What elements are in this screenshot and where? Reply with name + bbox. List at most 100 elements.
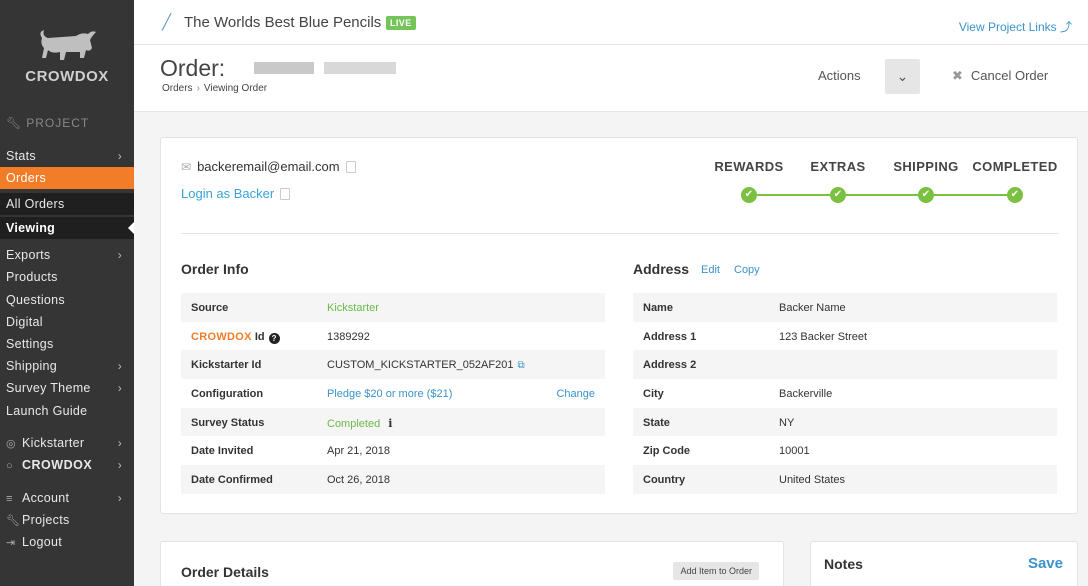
change-configuration-button[interactable]: Change [556,388,595,400]
sidebar-item-label: CROWDOX [22,458,93,472]
sidebar-item-settings[interactable]: Settings [0,333,134,355]
row-key: Country [643,474,686,487]
sidebar-item-label: Account [22,491,70,505]
order-info-title: Order Info [181,261,249,277]
breadcrumb-separator: › [196,83,200,94]
table-row: Zip Code 10001 [633,436,1057,465]
table-row: Name Backer Name [633,293,1057,322]
sidebar-item-launch-guide[interactable]: Launch Guide [0,400,134,422]
project-header: ╱ The Worlds Best Blue Pencils LIVE View… [134,0,1088,45]
chevron-right-icon: › [117,149,122,163]
sidebar-item-account[interactable]: ≡ Account › [0,487,134,509]
step-label: REWARDS [714,159,784,174]
copy-icon[interactable] [280,188,291,200]
notes-card: Notes Save [810,541,1078,586]
add-item-button[interactable]: Add Item to Order [673,562,759,580]
sidebar-item-label: Orders [6,171,47,185]
breadcrumb-orders[interactable]: Orders [162,83,193,94]
project-title[interactable]: The Worlds Best Blue Pencils [184,14,381,31]
chevron-right-icon: › [117,248,122,262]
crowdox-circle-icon: ○ [6,460,13,472]
cancel-order-label: Cancel Order [970,68,1049,83]
sidebar-item-digital[interactable]: Digital [0,311,134,333]
row-value: Apr 21, 2018 [327,445,390,458]
divider [181,233,1058,234]
page-title: Order: [160,55,226,81]
pencil-icon: ╱ [162,14,172,31]
sidebar-item-kickstarter[interactable]: ◎ Kickstarter › [0,432,134,454]
chevron-right-icon: › [117,359,122,373]
sidebar-item-projects[interactable]: 🔧︎ Projects [0,509,134,531]
help-icon[interactable]: ? [268,332,280,344]
view-project-links[interactable]: View Project Links ⤴ [959,18,1072,35]
order-info-table: Source Kickstarter CROWDOX Id? 1389292 Kic… [181,293,605,494]
external-link-icon[interactable]: ⧉ [517,360,524,371]
order-card: ✉ backeremail@email.com Login as Backer R… [160,137,1078,514]
row-value: Oct 26, 2018 [327,474,390,487]
row-key: Survey Status [191,416,265,429]
sidebar-item-label: Viewing [6,221,56,235]
copy-icon[interactable] [345,161,356,173]
sidebar-item-label: Launch Guide [6,404,88,418]
envelope-icon: ✉ [181,160,192,174]
sidebar-item-products[interactable]: Products [0,266,134,288]
table-row: Kickstarter Id CUSTOM_KICKSTARTER_052AF20… [181,350,605,380]
actions-dropdown-button[interactable]: ⌄ [885,59,920,94]
chevron-right-icon: › [117,381,122,395]
sidebar-item-label: Projects [22,513,70,527]
login-as-backer-link[interactable]: Login as Backer [181,186,291,201]
step-completed: COMPLETED ✔ [965,159,1065,203]
redacted-order-id-2 [324,62,396,74]
sidebar-item-survey-theme[interactable]: Survey Theme › [0,377,134,399]
configuration-link[interactable]: Pledge $20 or more ($21) [327,388,452,400]
sidebar-item-exports[interactable]: Exports › [0,244,134,266]
sidebar-item-label: All Orders [6,197,65,211]
table-row: Survey Status Completed i [181,407,605,437]
progress-steps: REWARDS ✔ EXTRAS ✔ SHIPPING ✔ COMPLETED ✔ [713,159,1063,209]
bull-icon [40,30,96,60]
sidebar-item-all-orders[interactable]: All Orders [0,193,134,215]
crowdox-brand: CROWDOX [191,330,252,343]
row-value: Completed i [327,417,392,430]
chevron-right-icon: › [117,458,122,472]
row-key: City [643,388,664,401]
order-details-card: Order Details Add Item to Order [160,541,784,586]
chevron-right-icon: › [117,436,122,450]
step-label: SHIPPING [893,159,959,174]
sidebar-item-viewing[interactable]: Viewing [0,217,134,239]
row-key: State [643,416,670,429]
menu-icon: ≡ [6,493,13,505]
row-value: NY [779,416,795,429]
row-key: Kickstarter Id [191,359,262,372]
table-row: Country United States [633,465,1057,494]
save-notes-button[interactable]: Save [1028,555,1063,572]
table-row: Date Confirmed Oct 26, 2018 [181,465,605,494]
sidebar-item-shipping[interactable]: Shipping › [0,355,134,377]
sidebar-item-label: Kickstarter [22,436,85,450]
copy-address-link[interactable]: Copy [734,264,760,276]
sidebar-item-logout[interactable]: ⇥ Logout [0,531,134,553]
sidebar-item-crowdox[interactable]: ○ CROWDOX › [0,454,134,476]
row-key: CROWDOX Id? [191,331,280,344]
section-label-text: PROJECT [26,116,90,130]
redacted-order-id [254,62,314,74]
edit-address-link[interactable]: Edit [701,264,720,276]
crowdox-logo[interactable]: CROWDOX [0,28,134,85]
row-key: Name [643,302,673,314]
sidebar-item-questions[interactable]: Questions [0,289,134,311]
cancel-order-button[interactable]: ✖ Cancel Order [952,68,1048,84]
info-icon[interactable]: i [388,417,392,430]
live-badge: LIVE [386,16,416,30]
row-key: Address 1 [643,330,697,343]
notes-title: Notes [824,556,863,572]
actions-label[interactable]: Actions [818,68,861,83]
wrench-icon: 🔧︎ [6,515,21,527]
backer-email-row: ✉ backeremail@email.com [181,159,356,174]
step-label: COMPLETED [972,159,1058,174]
table-row: City Backerville [633,379,1057,408]
close-icon: ✖ [952,68,963,83]
sidebar-item-orders[interactable]: Orders [0,167,134,189]
table-row: Address 1 123 Backer Street [633,322,1057,351]
row-value: United States [779,474,846,487]
sidebar-item-stats[interactable]: Stats › [0,145,134,167]
